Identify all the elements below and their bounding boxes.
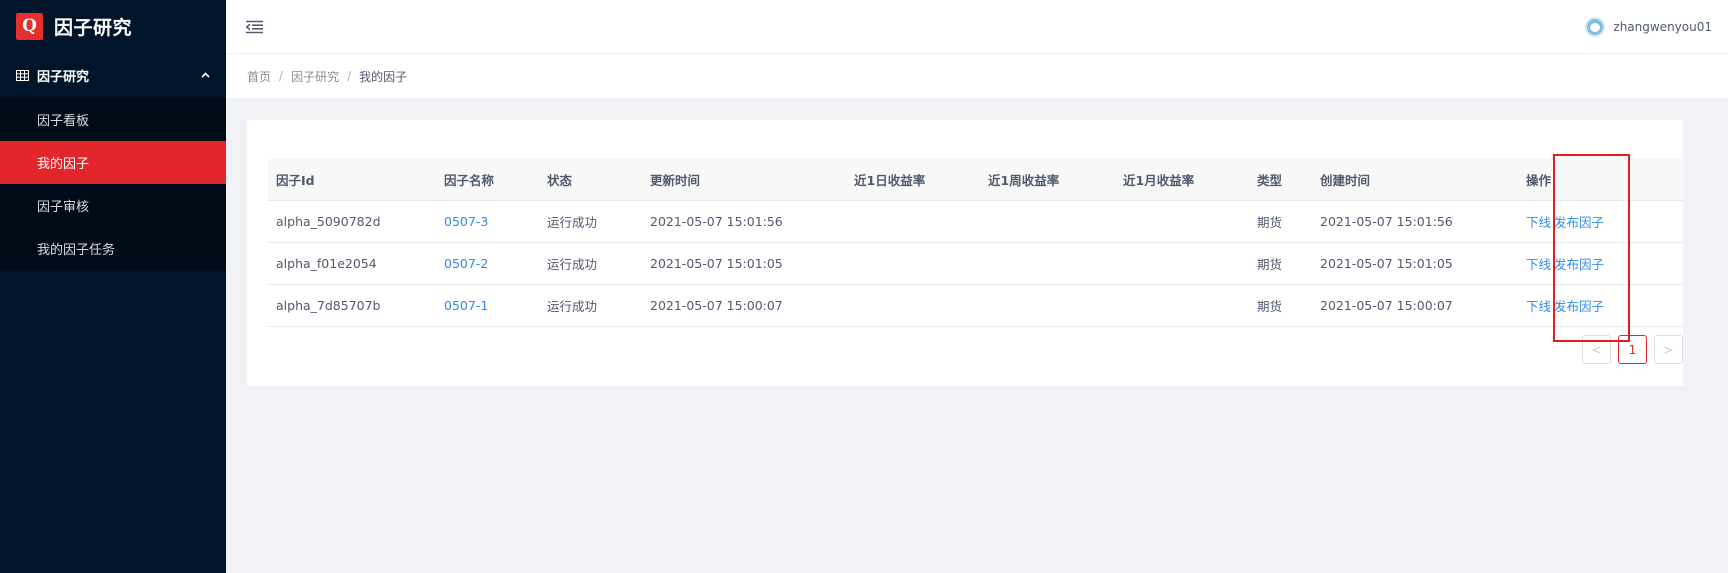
table-row: alpha_7d85707b 0507-1 运行成功 2021-05-07 15… xyxy=(268,284,1684,327)
updated-time: 2021-05-07 15:00:07 xyxy=(642,284,846,327)
sidebar-item-label: 因子看板 xyxy=(37,114,90,129)
factor-id: alpha_7d85707b xyxy=(268,284,436,327)
actions-cell: 下线 发布因子 xyxy=(1518,284,1684,327)
menu-fold-icon xyxy=(246,20,263,33)
factor-table: 因子Id 因子名称 状态 更新时间 近1日收益率 近1周收益率 近1月收益率 类… xyxy=(268,159,1684,327)
chevron-right-icon: > xyxy=(1663,342,1674,357)
submenu: 因子看板 我的因子 因子审核 我的因子任务 xyxy=(0,98,226,270)
actions-cell: 下线 发布因子 xyxy=(1518,242,1684,285)
breadcrumb: 首页 / 因子研究 / 我的因子 xyxy=(226,54,1728,98)
column-header: 近1月收益率 xyxy=(1115,159,1249,201)
logo[interactable]: Q 因子研究 xyxy=(0,0,226,52)
return-1m xyxy=(1115,200,1249,243)
sidebar: Q 因子研究 因子研究 因子看板 我的因子 因子审核 我的因子任务 xyxy=(0,0,226,573)
column-header: 因子Id xyxy=(268,159,436,201)
offline-link[interactable]: 下线 xyxy=(1526,215,1551,230)
table-row: alpha_f01e2054 0507-2 运行成功 2021-05-07 15… xyxy=(268,242,1684,285)
pagination: < 1 > xyxy=(1575,335,1683,364)
factor-name-link[interactable]: 0507-3 xyxy=(444,214,488,229)
return-1w xyxy=(980,242,1115,285)
logo-mark: Q xyxy=(16,12,43,40)
offline-link[interactable]: 下线 xyxy=(1526,299,1551,314)
status-cell: 运行成功 xyxy=(539,242,642,285)
status-cell: 运行成功 xyxy=(539,284,642,327)
updated-time: 2021-05-07 15:01:56 xyxy=(642,200,846,243)
menu-group-label: 因子研究 xyxy=(37,69,90,85)
return-1m xyxy=(1115,284,1249,327)
created-time: 2021-05-07 15:01:05 xyxy=(1312,242,1518,285)
column-header: 近1日收益率 xyxy=(846,159,980,201)
return-1w xyxy=(980,284,1115,327)
column-header: 因子名称 xyxy=(436,159,539,201)
header: zhangwenyou01 xyxy=(226,0,1728,54)
publish-factor-link[interactable]: 发布因子 xyxy=(1554,215,1604,230)
column-header: 类型 xyxy=(1249,159,1312,201)
app-title: 因子研究 xyxy=(54,16,133,39)
column-header: 近1周收益率 xyxy=(980,159,1115,201)
type-cell: 期货 xyxy=(1249,242,1312,285)
breadcrumb-home[interactable]: 首页 xyxy=(247,68,271,85)
sidebar-item-my-factors[interactable]: 我的因子 xyxy=(0,141,226,184)
chevron-up-icon xyxy=(201,72,210,78)
column-header: 创建时间 xyxy=(1312,159,1518,201)
table-row: alpha_5090782d 0507-3 运行成功 2021-05-07 15… xyxy=(268,200,1684,243)
avatar xyxy=(1585,16,1606,37)
breadcrumb-factor-research[interactable]: 因子研究 xyxy=(291,68,339,85)
updated-time: 2021-05-07 15:01:05 xyxy=(642,242,846,285)
menu-fold-button[interactable] xyxy=(246,20,263,34)
page-button-1[interactable]: 1 xyxy=(1618,335,1647,364)
next-page-button[interactable]: > xyxy=(1654,335,1683,364)
factor-name-link[interactable]: 0507-1 xyxy=(444,298,488,313)
sidebar-item-my-factor-tasks[interactable]: 我的因子任务 xyxy=(0,227,226,270)
breadcrumb-separator: / xyxy=(347,69,352,83)
breadcrumb-current: 我的因子 xyxy=(359,69,408,84)
factor-name-link[interactable]: 0507-2 xyxy=(444,256,488,271)
return-1d xyxy=(846,242,980,285)
username: zhangwenyou01 xyxy=(1613,19,1712,34)
breadcrumb-separator: / xyxy=(279,69,284,83)
return-1d xyxy=(846,284,980,327)
menu-group-factor-research[interactable]: 因子研究 xyxy=(0,52,226,98)
return-1w xyxy=(980,200,1115,243)
created-time: 2021-05-07 15:01:56 xyxy=(1312,200,1518,243)
type-cell: 期货 xyxy=(1249,200,1312,243)
type-cell: 期货 xyxy=(1249,284,1312,327)
column-header: 状态 xyxy=(539,159,642,201)
user-menu[interactable]: zhangwenyou01 xyxy=(1585,16,1712,37)
sidebar-item-factor-board[interactable]: 因子看板 xyxy=(0,98,226,141)
return-1d xyxy=(846,200,980,243)
return-1m xyxy=(1115,242,1249,285)
column-header: 操作 xyxy=(1518,159,1684,201)
factor-id: alpha_f01e2054 xyxy=(268,242,436,285)
publish-factor-link[interactable]: 发布因子 xyxy=(1554,299,1604,314)
prev-page-button[interactable]: < xyxy=(1582,335,1611,364)
chevron-left-icon: < xyxy=(1591,342,1602,357)
sidebar-item-label: 因子审核 xyxy=(37,200,90,215)
sidebar-item-label: 我的因子任务 xyxy=(37,243,116,258)
column-header: 更新时间 xyxy=(642,159,846,201)
table-header-row: 因子Id 因子名称 状态 更新时间 近1日收益率 近1周收益率 近1月收益率 类… xyxy=(268,159,1684,201)
offline-link[interactable]: 下线 xyxy=(1526,257,1551,272)
created-time: 2021-05-07 15:00:07 xyxy=(1312,284,1518,327)
grid-icon xyxy=(16,69,29,81)
publish-factor-link[interactable]: 发布因子 xyxy=(1554,257,1604,272)
sidebar-item-label: 我的因子 xyxy=(37,157,90,172)
actions-cell: 下线 发布因子 xyxy=(1518,200,1684,243)
factor-id: alpha_5090782d xyxy=(268,200,436,243)
content-card: 因子Id 因子名称 状态 更新时间 近1日收益率 近1周收益率 近1月收益率 类… xyxy=(247,120,1684,386)
status-cell: 运行成功 xyxy=(539,200,642,243)
sidebar-item-factor-review[interactable]: 因子审核 xyxy=(0,184,226,227)
